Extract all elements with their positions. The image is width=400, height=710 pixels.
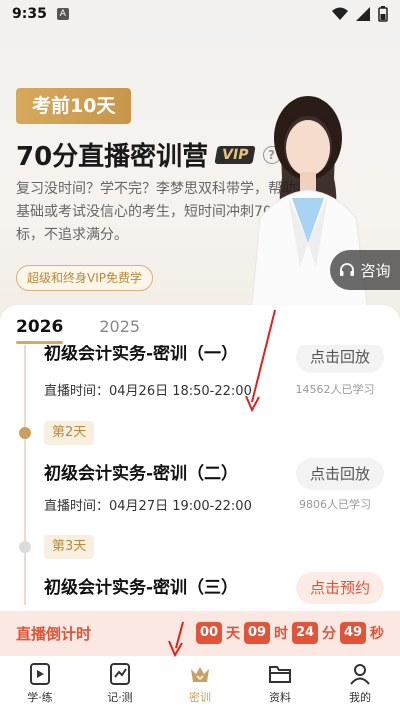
consult-button[interactable]: 咨询 (330, 250, 400, 290)
headset-icon (340, 263, 355, 276)
countdown-digits: 00 天 09 时 24 分 49 秒 (196, 622, 384, 644)
nav-item-training[interactable]: 密训 (160, 656, 240, 710)
course-timeline: 初级会计实务-密训（一） 直播时间：04月26日 18:50-22:00 点击回… (0, 345, 400, 611)
course-time: 直播时间：04月26日 18:50-22:00 (44, 384, 252, 399)
signal-icon (356, 7, 370, 21)
play-icon (30, 663, 50, 685)
countdown-seconds: 49 (340, 622, 366, 644)
nav-item-test[interactable]: 记·测 (80, 656, 160, 710)
timeline-dot-active (19, 427, 31, 439)
nav-label: 资料 (269, 691, 291, 704)
status-time: 9:35 (12, 6, 47, 22)
timeline-dot-upcoming (19, 541, 31, 553)
status-icons (332, 6, 388, 22)
live-countdown-bar: 直播倒计时 00 天 09 时 24 分 49 秒 (0, 611, 400, 655)
replay-button[interactable]: 点击回放 (296, 458, 384, 490)
countdown-unit: 天 (226, 626, 240, 642)
user-icon (350, 664, 370, 685)
page-title: 70分直播密训营 (16, 142, 209, 172)
tab-2025[interactable]: 2025 (99, 317, 140, 336)
nav-label: 记·测 (107, 691, 133, 704)
tab-2026[interactable]: 2026 (16, 317, 64, 344)
exam-countdown-badge: 考前10天 (16, 88, 132, 124)
folder-icon (269, 666, 291, 683)
day-chip: 第2天 (44, 421, 95, 445)
a-notification-icon: A (56, 8, 69, 20)
year-tabs: 2026 2025 (16, 317, 140, 344)
countdown-unit: 秒 (370, 626, 384, 642)
hero-banner: 考前10天 70分直播密训营 VIP ? 复习没时间？学不完？李梦思双科带学，帮… (0, 28, 400, 328)
learner-count: 9806人已学习 (299, 498, 371, 511)
bottom-nav: 学·练 记·测 密训 资料 我的 (0, 655, 400, 710)
reserve-button[interactable]: 点击预约 (296, 572, 384, 604)
nav-label: 学·练 (27, 691, 53, 704)
wifi-icon (332, 7, 348, 20)
nav-item-profile[interactable]: 我的 (320, 656, 400, 710)
course-title[interactable]: 初级会计实务-密训（三） (44, 573, 238, 598)
timeline-line (24, 345, 26, 605)
status-bar: 9:35 A (0, 0, 400, 28)
nav-item-materials[interactable]: 资料 (240, 656, 320, 710)
learner-count: 14562人已学习 (295, 383, 375, 396)
battery-icon (378, 6, 388, 22)
chart-icon (110, 663, 130, 685)
countdown-unit: 时 (274, 626, 288, 642)
countdown-unit: 分 (322, 626, 336, 642)
vip-free-pill[interactable]: 超级和终身VIP免费学 (16, 265, 153, 291)
countdown-days: 00 (196, 622, 222, 644)
day-chip: 第3天 (44, 535, 95, 559)
countdown-label: 直播倒计时 (16, 624, 92, 643)
course-title[interactable]: 初级会计实务-密训（一） (44, 345, 238, 364)
consult-label: 咨询 (360, 261, 391, 280)
nav-label: 密训 (189, 691, 211, 704)
nav-label: 我的 (349, 691, 371, 704)
course-time: 直播时间：04月27日 19:00-22:00 (44, 499, 252, 514)
countdown-minutes: 24 (292, 622, 318, 644)
course-title[interactable]: 初级会计实务-密训（二） (44, 459, 238, 484)
nav-item-practice[interactable]: 学·练 (0, 656, 80, 710)
replay-button[interactable]: 点击回放 (296, 345, 384, 373)
countdown-hours: 09 (244, 622, 270, 644)
crown-icon (191, 667, 209, 682)
